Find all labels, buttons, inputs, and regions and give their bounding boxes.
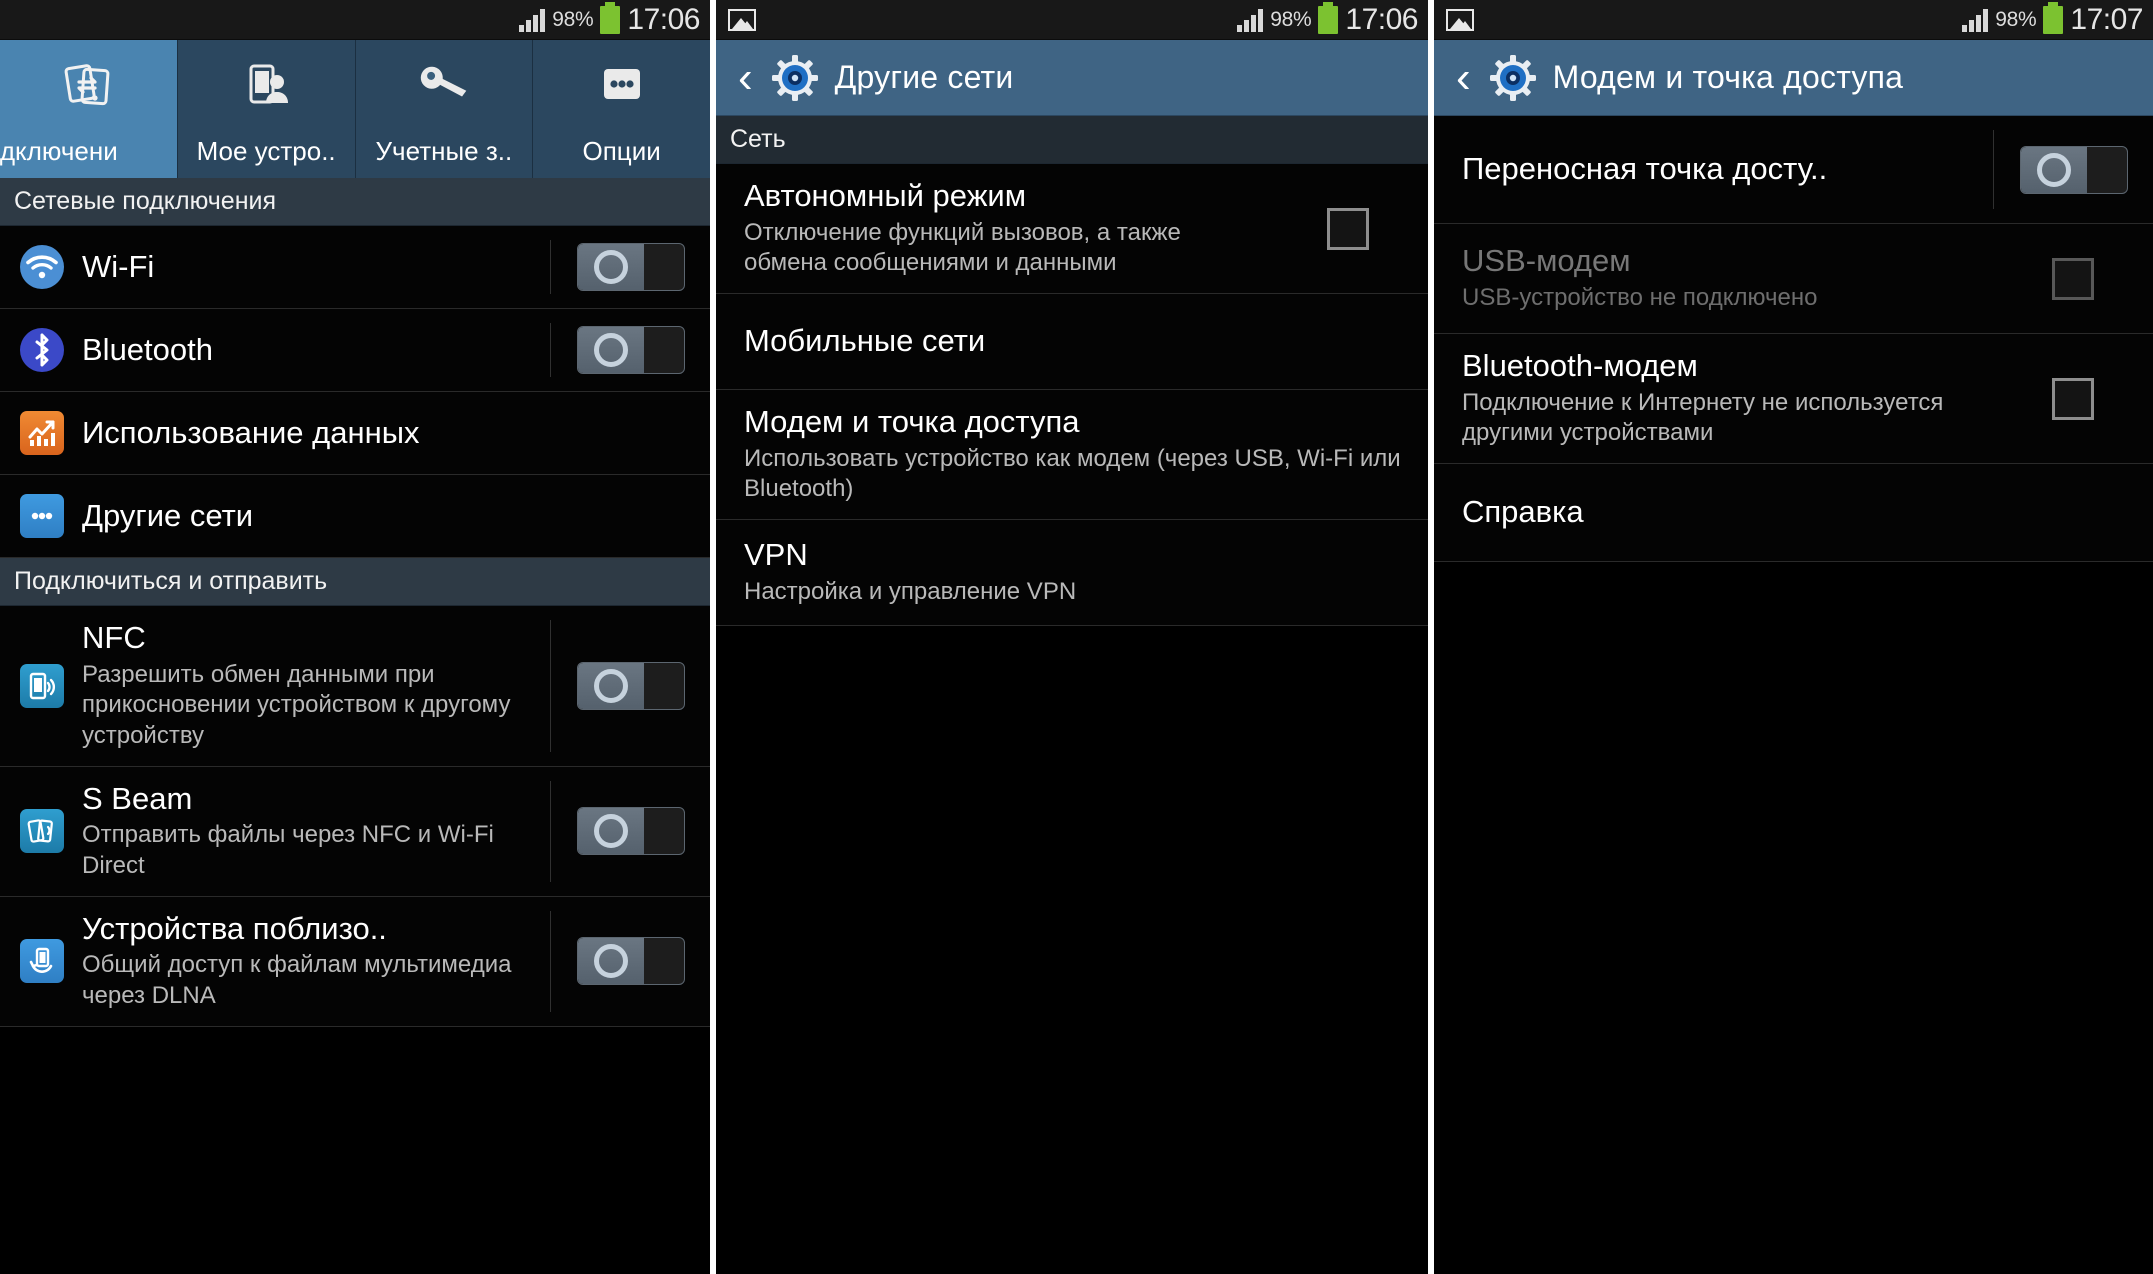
list-item-portable-hotspot-title: Переносная точка досту..	[1462, 151, 1828, 187]
list-item-bluetooth-tethering-title: Bluetooth-модем	[1462, 348, 1698, 383]
battery-percent-label: 98%	[1995, 7, 2037, 31]
list-item-usb-tethering-subtitle: USB-устройство не подключено	[1462, 283, 1818, 311]
status-bar-panel3: 98% 17:07	[1434, 0, 2153, 40]
list-item-vpn-subtitle: Настройка и управление VPN	[744, 577, 1077, 605]
tab-accounts-label: Учетные з..	[375, 136, 513, 166]
action-bar-tethering: ‹ Модем и точка доступа	[1434, 40, 2153, 116]
list-item-tethering-hotspot[interactable]: Модем и точка доступа Использовать устро…	[716, 390, 1428, 521]
list-item-vpn[interactable]: VPN Настройка и управление VPN	[716, 520, 1428, 627]
list-item-wifi-title: Wi-Fi	[82, 248, 155, 284]
more-networks-icon	[20, 494, 64, 538]
airplane-mode-checkbox[interactable]	[1327, 207, 1369, 250]
list-item-airplane-mode-title: Автономный режим	[744, 178, 1027, 213]
list-item-mobile-networks-title: Мобильные сети	[744, 323, 986, 359]
list-item-portable-hotspot[interactable]: Переносная точка досту..	[1434, 116, 2153, 224]
list-item-tethering-hotspot-subtitle: Использовать устройство как модем (через…	[744, 444, 1401, 503]
list-item-nearby-devices-title: Устройства поблизо..	[82, 910, 387, 946]
connections-icon	[61, 56, 115, 114]
list-item-s-beam-title: S Beam	[82, 780, 193, 816]
wifi-icon	[20, 245, 64, 289]
list-item-help-title: Справка	[1462, 494, 1584, 530]
back-chevron-icon[interactable]: ‹	[1456, 55, 1471, 100]
list-item-wifi[interactable]: Wi-Fi	[0, 226, 710, 309]
section-header-network-connections: Сетевые подключения	[0, 178, 710, 226]
wifi-toggle[interactable]	[576, 243, 685, 291]
list-item-bluetooth-title: Bluetooth	[82, 331, 213, 367]
nfc-icon	[20, 663, 64, 708]
list-item-nfc-title: NFC	[82, 620, 146, 655]
page-title-panel3: Модем и точка доступа	[1552, 59, 1904, 95]
bluetooth-tethering-checkbox[interactable]	[2052, 377, 2094, 420]
list-item-nearby-devices-subtitle: Общий доступ к файлам мультимедиа через …	[82, 951, 512, 1010]
list-item-bluetooth-tethering-subtitle: Подключение к Интернету не используется …	[1462, 388, 1944, 447]
list-item-tethering-hotspot-title: Модем и точка доступа	[744, 404, 1080, 440]
panel-connections-settings: 98% 17:06 одключени	[0, 0, 710, 1274]
list-item-usb-tethering: USB-модем USB-устройство не подключено	[1434, 224, 2153, 334]
list-item-bluetooth[interactable]: Bluetooth	[0, 309, 710, 392]
list-item-mobile-networks[interactable]: Мобильные сети	[716, 294, 1428, 391]
more-options-icon	[595, 56, 649, 114]
status-bar-panel2: 98% 17:06	[716, 0, 1428, 40]
settings-gear-icon	[1489, 54, 1537, 102]
nearby-devices-toggle[interactable]	[576, 937, 685, 986]
panel-tethering-hotspot: 98% 17:07 ‹ Модем и точка доступа Перено…	[1434, 0, 2153, 1274]
list-item-nfc[interactable]: NFC Разрешить обмен данными при прикосно…	[0, 606, 710, 767]
section-header-connect-and-share: Подключиться и отправить	[0, 558, 710, 606]
bluetooth-toggle[interactable]	[576, 326, 685, 374]
back-chevron-icon[interactable]: ‹	[738, 55, 753, 100]
settings-tab-bar: одключени Мое устро..	[0, 40, 710, 178]
battery-icon	[600, 1, 621, 34]
list-item-help[interactable]: Справка	[1434, 464, 2153, 563]
list-item-vpn-title: VPN	[744, 537, 808, 573]
status-clock-panel3: 17:07	[2070, 2, 2143, 36]
list-item-other-networks-title: Другие сети	[82, 497, 254, 533]
settings-gear-icon	[771, 54, 819, 102]
list-item-usb-tethering-title: USB-модем	[1462, 243, 1631, 279]
battery-icon	[1318, 1, 1339, 34]
image-notification-icon	[1446, 8, 1474, 31]
s-beam-toggle[interactable]	[576, 807, 685, 856]
list-item-s-beam-subtitle: Отправить файлы через NFC и Wi-Fi Direct	[82, 821, 494, 880]
tab-my-device[interactable]: Мое устро..	[177, 40, 356, 178]
list-item-s-beam[interactable]: S Beam Отправить файлы через NFC и Wi-Fi…	[0, 766, 710, 897]
list-item-other-networks[interactable]: Другие сети	[0, 475, 710, 558]
list-item-data-usage-title: Использование данных	[82, 414, 420, 450]
tab-options-label: Опции	[582, 136, 661, 166]
s-beam-icon	[20, 809, 64, 854]
status-bar-panel1: 98% 17:06	[0, 0, 710, 40]
page-title-panel2: Другие сети	[834, 59, 1014, 95]
accounts-key-icon	[417, 56, 471, 114]
list-item-airplane-mode-subtitle: Отключение функций вызовов, а также обме…	[744, 218, 1181, 277]
image-notification-icon	[728, 8, 756, 31]
battery-percent-label: 98%	[1270, 7, 1312, 31]
signal-bars-icon	[1237, 8, 1264, 32]
signal-bars-icon	[519, 8, 546, 32]
usb-tethering-checkbox	[2052, 257, 2094, 300]
section-header-network: Сеть	[716, 116, 1428, 164]
list-item-nfc-subtitle: Разрешить обмен данными при прикосновени…	[82, 660, 511, 750]
my-device-icon	[239, 56, 293, 114]
signal-bars-icon	[1962, 8, 1989, 32]
nfc-toggle[interactable]	[576, 661, 685, 710]
battery-icon	[2043, 1, 2064, 34]
status-clock-panel2: 17:06	[1345, 2, 1418, 36]
tab-connections[interactable]: одключени	[0, 40, 178, 178]
status-clock-panel1: 17:06	[627, 2, 700, 36]
tab-accounts[interactable]: Учетные з..	[355, 40, 534, 178]
tab-connections-label: одключени	[0, 136, 118, 166]
list-item-nearby-devices[interactable]: Устройства поблизо.. Общий доступ к файл…	[0, 896, 710, 1027]
action-bar-other-networks: ‹ Другие сети	[716, 40, 1428, 116]
bluetooth-icon	[20, 328, 64, 372]
portable-hotspot-toggle[interactable]	[2019, 145, 2128, 194]
three-panel-screenshot: 98% 17:06 одключени	[0, 0, 2153, 1274]
list-item-airplane-mode[interactable]: Автономный режим Отключение функций вызо…	[716, 164, 1428, 295]
list-item-data-usage[interactable]: Использование данных	[0, 392, 710, 475]
battery-percent-label: 98%	[552, 7, 594, 31]
tab-options[interactable]: Опции	[533, 40, 710, 178]
list-item-bluetooth-tethering[interactable]: Bluetooth-модем Подключение к Интернету …	[1434, 334, 2153, 465]
tab-my-device-label: Мое устро..	[196, 136, 336, 166]
data-usage-icon	[20, 411, 64, 455]
panel-other-networks: 98% 17:06 ‹ Другие сети Сеть Автономный …	[716, 0, 1428, 1274]
nearby-devices-icon	[20, 939, 64, 984]
